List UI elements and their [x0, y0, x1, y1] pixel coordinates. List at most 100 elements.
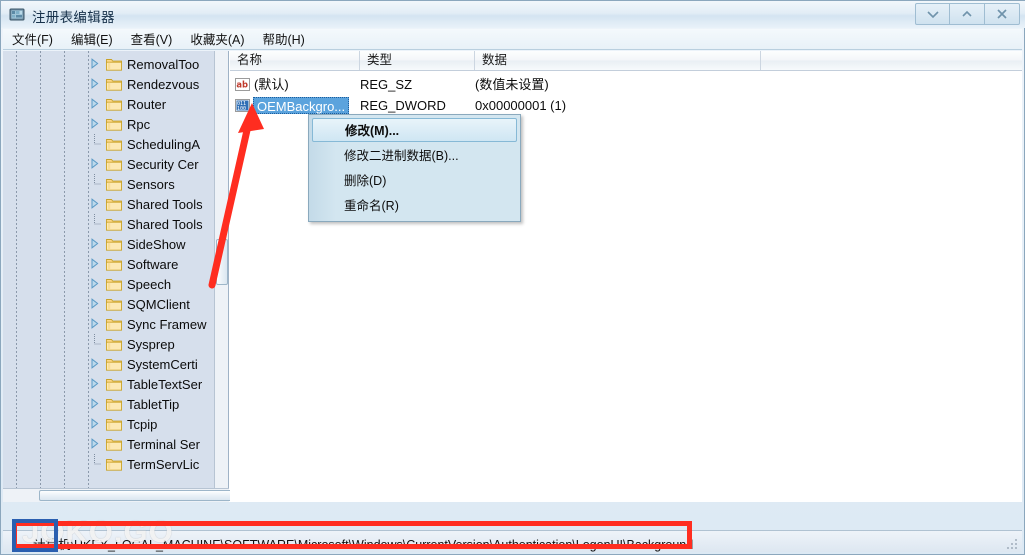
tree-horizontal-scrollbar[interactable] — [3, 488, 361, 502]
close-button[interactable] — [985, 3, 1020, 25]
tree-item-tcpip[interactable]: Tcpip — [3, 414, 215, 434]
tree-item-sync-framew[interactable]: Sync Framew — [3, 314, 215, 334]
string-value-icon: ab — [235, 77, 250, 92]
tree-item-label: Shared Tools — [127, 196, 203, 212]
expand-triangle-icon[interactable] — [88, 257, 101, 270]
tree-vertical-scrollbar[interactable] — [214, 51, 228, 502]
svg-text:ab: ab — [236, 80, 248, 90]
tree-item-terminal-ser[interactable]: Terminal Ser — [3, 434, 215, 454]
tree-item-systemcerti[interactable]: SystemCerti — [3, 354, 215, 374]
maximize-button[interactable] — [950, 3, 985, 25]
expand-triangle-icon[interactable] — [88, 77, 101, 90]
folder-icon — [106, 317, 122, 331]
tree-item-schedulinga[interactable]: SchedulingA — [3, 134, 215, 154]
tree-item-label: Shared Tools — [127, 216, 203, 232]
tree-vertical-scrollbar-thumb[interactable] — [216, 239, 228, 285]
tree-item-router[interactable]: Router — [3, 94, 215, 114]
value-name-selected[interactable]: OEMBackgro... — [253, 97, 350, 114]
resize-grip-icon[interactable] — [1006, 538, 1018, 550]
expand-triangle-icon[interactable] — [88, 297, 101, 310]
window-controls — [915, 3, 1020, 25]
folder-icon — [106, 177, 122, 191]
folder-icon — [106, 217, 122, 231]
tree-elbow-connector — [88, 334, 101, 354]
tree-item-label: Tcpip — [127, 416, 158, 432]
tree-item-sensors[interactable]: Sensors — [3, 174, 215, 194]
expand-triangle-icon[interactable] — [88, 117, 101, 130]
menu-help[interactable]: 帮助(H) — [253, 28, 313, 50]
expand-triangle-icon[interactable] — [88, 397, 101, 410]
tree-item-label: SystemCerti — [127, 356, 198, 372]
menu-bar: 文件(F) 编辑(E) 查看(V) 收藏夹(A) 帮助(H) — [3, 29, 1022, 50]
tree-item-label: Sysprep — [127, 336, 175, 352]
tree-item-sysprep[interactable]: Sysprep — [3, 334, 215, 354]
binary-value-icon: 01 1 10 0 — [235, 98, 250, 113]
value-data: 0x00000001 (1) — [475, 98, 567, 113]
tree-item-label: Sync Framew — [127, 316, 207, 332]
value-type: REG_SZ — [360, 77, 413, 92]
tree-item-label: Sensors — [127, 176, 175, 192]
tree-item-rpc[interactable]: Rpc — [3, 114, 215, 134]
tree-item-termservlic[interactable]: TermServLic — [3, 454, 215, 474]
tree-item-label: SideShow — [127, 236, 186, 252]
folder-icon — [106, 257, 122, 271]
column-filler — [761, 51, 1022, 70]
tree-item-label: Terminal Ser — [127, 436, 200, 452]
expand-triangle-icon[interactable] — [88, 197, 101, 210]
tree-item-rendezvous[interactable]: Rendezvous — [3, 74, 215, 94]
expand-triangle-icon[interactable] — [88, 317, 101, 330]
tree-elbow-connector — [88, 214, 101, 234]
table-row[interactable]: 01 1 10 0 OEMBackgro... REG_DWORD 0x000000… — [230, 95, 1022, 116]
expand-triangle-icon[interactable] — [88, 377, 101, 390]
title-bar[interactable]: 注册表编辑器 — [1, 1, 1025, 28]
folder-icon — [106, 57, 122, 71]
tree-item-sideshow[interactable]: SideShow — [3, 234, 215, 254]
tree-item-shared-tools[interactable]: Shared Tools — [3, 214, 215, 234]
menu-file[interactable]: 文件(F) — [3, 28, 62, 50]
tree-item-shared-tools[interactable]: Shared Tools — [3, 194, 215, 214]
tree-item-label: RemovalToo — [127, 56, 200, 72]
context-modify[interactable]: 修改(M)... — [312, 118, 517, 142]
expand-triangle-icon[interactable] — [88, 357, 101, 370]
expand-triangle-icon[interactable] — [88, 97, 101, 110]
context-delete[interactable]: 删除(D) — [337, 169, 519, 193]
expand-triangle-icon[interactable] — [88, 237, 101, 250]
folder-icon — [106, 297, 122, 311]
expand-triangle-icon[interactable] — [88, 437, 101, 450]
tree-item-security-cer[interactable]: Security Cer — [3, 154, 215, 174]
tree-item-speech[interactable]: Speech — [3, 274, 215, 294]
column-name[interactable]: 名称 — [230, 51, 360, 70]
column-type[interactable]: 类型 — [360, 51, 475, 70]
tree-item-sqmclient[interactable]: SQMClient — [3, 294, 215, 314]
context-modify-binary[interactable]: 修改二进制数据(B)... — [337, 144, 519, 168]
tree-item-software[interactable]: Software — [3, 254, 215, 274]
registry-tree: RemovalToo Rendezvous Router Rpc SchedulingA… — [3, 51, 215, 502]
table-row[interactable]: ab (默认) REG_SZ (数值未设置) — [230, 74, 1022, 95]
tree-item-tabletextser[interactable]: TableTextSer — [3, 374, 215, 394]
folder-icon — [106, 457, 122, 471]
context-rename[interactable]: 重命名(R) — [337, 194, 519, 218]
folder-icon — [106, 157, 122, 171]
tree-item-removaltoo[interactable]: RemovalToo — [3, 54, 215, 74]
menu-edit[interactable]: 编辑(E) — [62, 28, 122, 50]
menu-view[interactable]: 查看(V) — [122, 28, 182, 50]
expand-triangle-icon[interactable] — [88, 417, 101, 430]
folder-icon — [106, 237, 122, 251]
menu-favorites[interactable]: 收藏夹(A) — [181, 28, 253, 50]
tree-item-label: SQMClient — [127, 296, 190, 312]
column-data[interactable]: 数据 — [475, 51, 761, 70]
tree-item-label: Rpc — [127, 116, 151, 132]
value-name: (默认) — [254, 77, 289, 92]
registry-editor-window: 注册表编辑器 文件(F) 编辑(E) 查看(V) 收藏夹(A) 帮助(H) Re… — [0, 0, 1025, 555]
expand-triangle-icon[interactable] — [88, 57, 101, 70]
minimize-button[interactable] — [915, 3, 950, 25]
expand-triangle-icon[interactable] — [88, 277, 101, 290]
registry-tree-pane[interactable]: RemovalToo Rendezvous Router Rpc SchedulingA… — [3, 51, 229, 502]
folder-icon — [106, 377, 122, 391]
folder-icon — [106, 337, 122, 351]
tree-elbow-connector — [88, 174, 101, 194]
window-frame: 注册表编辑器 文件(F) 编辑(E) 查看(V) 收藏夹(A) 帮助(H) Re… — [0, 0, 1025, 555]
context-menu[interactable]: 修改(M)... 修改二进制数据(B)... 删除(D) 重命名(R) — [308, 114, 521, 222]
tree-item-tablettip[interactable]: TabletTip — [3, 394, 215, 414]
expand-triangle-icon[interactable] — [88, 157, 101, 170]
